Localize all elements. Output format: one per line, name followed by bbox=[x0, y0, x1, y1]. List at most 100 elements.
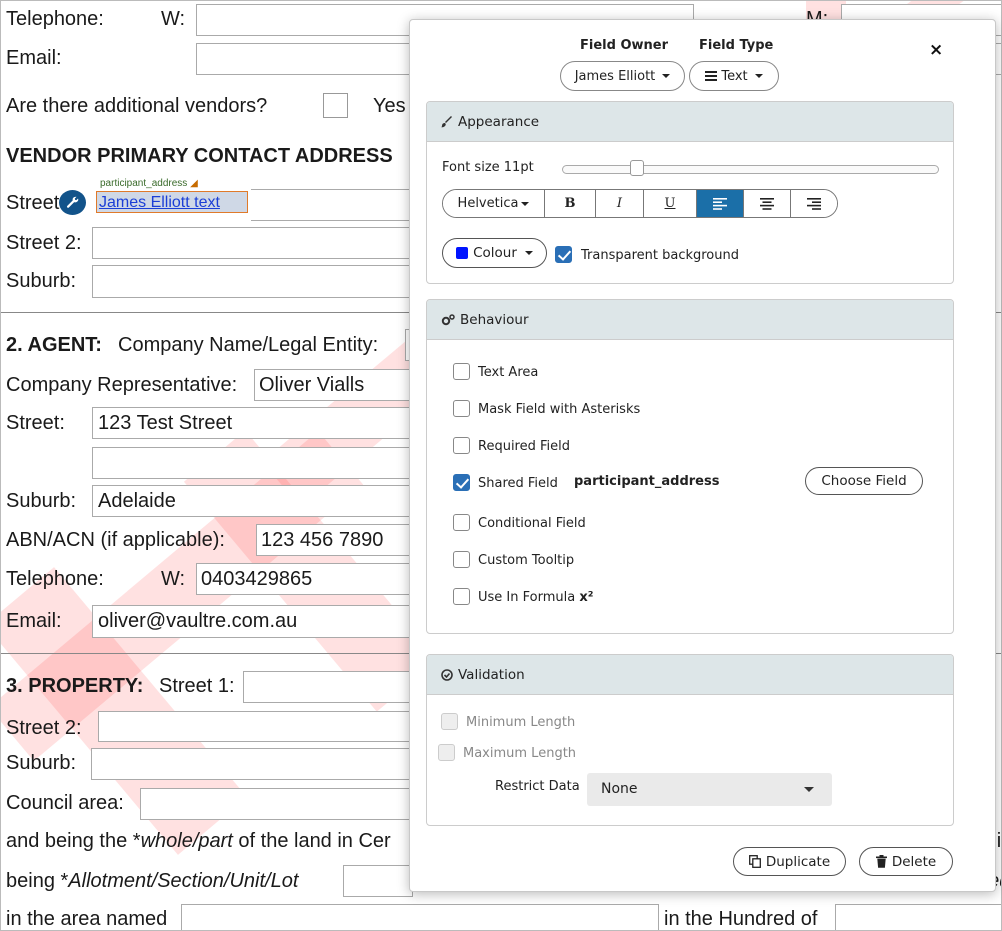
minimum-length-label: Minimum Length bbox=[466, 715, 576, 730]
telephone-w-label: W: bbox=[161, 8, 186, 30]
align-left-button[interactable] bbox=[697, 190, 744, 217]
agent-abn-label: ABN/ACN (if applicable): bbox=[6, 529, 225, 551]
additional-vendors-yes-label: Yes bbox=[373, 95, 406, 117]
property-suburb-label: Suburb: bbox=[6, 752, 77, 774]
restrict-data-select[interactable]: None bbox=[587, 773, 832, 806]
transparent-background-checkbox[interactable] bbox=[555, 246, 572, 263]
gears-icon bbox=[441, 313, 455, 326]
appearance-title: Appearance bbox=[458, 113, 540, 130]
vendor-address-heading: VENDOR PRIMARY CONTACT ADDRESS bbox=[6, 145, 393, 167]
agent-suburb-label: Suburb: bbox=[6, 490, 77, 512]
paintbrush-icon bbox=[441, 115, 453, 128]
property-council-input[interactable] bbox=[140, 788, 413, 820]
custom-tooltip-label: Custom Tooltip bbox=[478, 553, 575, 568]
placed-field-text: James Elliott text bbox=[99, 194, 220, 211]
agent-telephone-value: 0403429865 bbox=[201, 568, 313, 590]
format-toolbar: Helvetica B I U bbox=[442, 189, 838, 218]
validation-section: Validation Minimum Length Maximum Length… bbox=[426, 654, 954, 826]
minimum-length-checkbox[interactable] bbox=[441, 713, 458, 730]
agent-street-value: 123 Test Street bbox=[98, 412, 233, 434]
custom-tooltip-checkbox[interactable] bbox=[453, 551, 470, 568]
field-type-dropdown[interactable]: Text bbox=[689, 61, 779, 91]
agent-abn-value: 123 456 7890 bbox=[261, 529, 384, 551]
property-street2-input[interactable] bbox=[98, 711, 413, 742]
additional-vendors-label: Are there additional vendors? bbox=[6, 95, 268, 117]
align-right-icon bbox=[807, 197, 821, 210]
appearance-section: Appearance Font size 11pt Helvetica B I … bbox=[426, 101, 954, 284]
agent-email-value: oliver@vaultre.com.au bbox=[98, 610, 298, 632]
appearance-header[interactable]: Appearance bbox=[427, 102, 953, 142]
email-label: Email: bbox=[6, 47, 62, 69]
property-street1-label: Street 1: bbox=[159, 675, 235, 697]
bold-button[interactable]: B bbox=[545, 190, 596, 217]
duplicate-button[interactable]: Duplicate bbox=[733, 847, 846, 876]
trash-icon bbox=[875, 855, 887, 868]
colour-swatch bbox=[456, 247, 469, 259]
chevron-down-icon bbox=[804, 787, 814, 792]
text-area-checkbox[interactable] bbox=[453, 363, 470, 380]
underline-button[interactable]: U bbox=[644, 190, 697, 217]
delete-button[interactable]: Delete bbox=[859, 847, 953, 876]
use-in-formula-checkbox[interactable] bbox=[453, 588, 470, 605]
validation-header[interactable]: Validation bbox=[427, 655, 953, 695]
restrict-data-label: Restrict Data bbox=[495, 779, 580, 794]
street-input-rest[interactable] bbox=[251, 189, 411, 221]
street2-input[interactable] bbox=[92, 227, 412, 259]
agent-street-label: Street: bbox=[6, 412, 65, 434]
close-icon[interactable]: × bbox=[929, 40, 943, 60]
wrench-icon[interactable] bbox=[59, 190, 86, 215]
property-council-label: Council area: bbox=[6, 792, 124, 814]
font-family-dropdown[interactable]: Helvetica bbox=[443, 190, 545, 217]
agent-street2-input[interactable] bbox=[92, 447, 412, 479]
rss-icon: ◢ bbox=[190, 178, 198, 189]
align-center-icon bbox=[760, 197, 774, 210]
transparent-background-label: Transparent background bbox=[581, 248, 739, 263]
delete-label: Delete bbox=[891, 853, 937, 870]
duplicate-label: Duplicate bbox=[765, 853, 831, 870]
field-owner-dropdown[interactable]: James Elliott bbox=[560, 61, 685, 91]
agent-heading: 2. AGENT: bbox=[6, 334, 102, 356]
agent-suburb-value: Adelaide bbox=[98, 490, 176, 512]
agent-rep-value: Oliver Vialls bbox=[259, 374, 365, 396]
property-allotment-input[interactable] bbox=[343, 865, 413, 897]
property-area-input[interactable] bbox=[181, 904, 659, 930]
maximum-length-checkbox[interactable] bbox=[438, 744, 455, 761]
check-circle-icon bbox=[441, 668, 453, 681]
choose-field-button[interactable]: Choose Field bbox=[805, 467, 923, 495]
suburb-input[interactable] bbox=[92, 265, 412, 298]
list-icon bbox=[705, 71, 718, 81]
chevron-down-icon bbox=[521, 201, 530, 206]
align-right-button[interactable] bbox=[791, 190, 837, 217]
property-street1-input[interactable] bbox=[243, 671, 413, 703]
placed-text-field[interactable]: James Elliott text bbox=[96, 191, 248, 213]
required-field-checkbox[interactable] bbox=[453, 437, 470, 454]
field-owner-value: James Elliott bbox=[574, 68, 656, 84]
property-suburb-input[interactable] bbox=[91, 748, 413, 780]
property-being-line: being *Allotment/Section/Unit/Lot bbox=[6, 870, 299, 892]
align-left-icon bbox=[713, 197, 727, 210]
font-size-slider-handle[interactable] bbox=[630, 160, 644, 176]
field-type-value: Text bbox=[721, 68, 748, 84]
use-in-formula-label: Use In Formula x² bbox=[478, 590, 594, 605]
property-hundred-input[interactable] bbox=[835, 904, 1001, 930]
behaviour-section: Behaviour Text Area Mask Field with Aste… bbox=[426, 299, 954, 634]
street2-label: Street 2: bbox=[6, 232, 82, 254]
required-field-label: Required Field bbox=[478, 439, 570, 454]
conditional-field-checkbox[interactable] bbox=[453, 514, 470, 531]
chevron-down-icon bbox=[754, 74, 763, 78]
mask-field-checkbox[interactable] bbox=[453, 400, 470, 417]
additional-vendors-checkbox[interactable] bbox=[323, 93, 348, 118]
italic-button[interactable]: I bbox=[596, 190, 644, 217]
colour-dropdown[interactable]: Colour bbox=[442, 238, 547, 268]
restrict-data-value: None bbox=[601, 781, 638, 797]
text-area-label: Text Area bbox=[478, 365, 539, 380]
align-center-button[interactable] bbox=[744, 190, 791, 217]
agent-email-label: Email: bbox=[6, 610, 62, 632]
agent-telephone-label: Telephone: bbox=[6, 568, 104, 590]
shared-field-name: participant_address bbox=[574, 474, 720, 489]
font-family-value: Helvetica bbox=[457, 196, 519, 211]
field-type-label: Field Type bbox=[699, 38, 774, 53]
behaviour-header[interactable]: Behaviour bbox=[427, 300, 953, 340]
font-size-slider[interactable] bbox=[562, 165, 939, 174]
shared-field-checkbox[interactable] bbox=[453, 474, 470, 491]
